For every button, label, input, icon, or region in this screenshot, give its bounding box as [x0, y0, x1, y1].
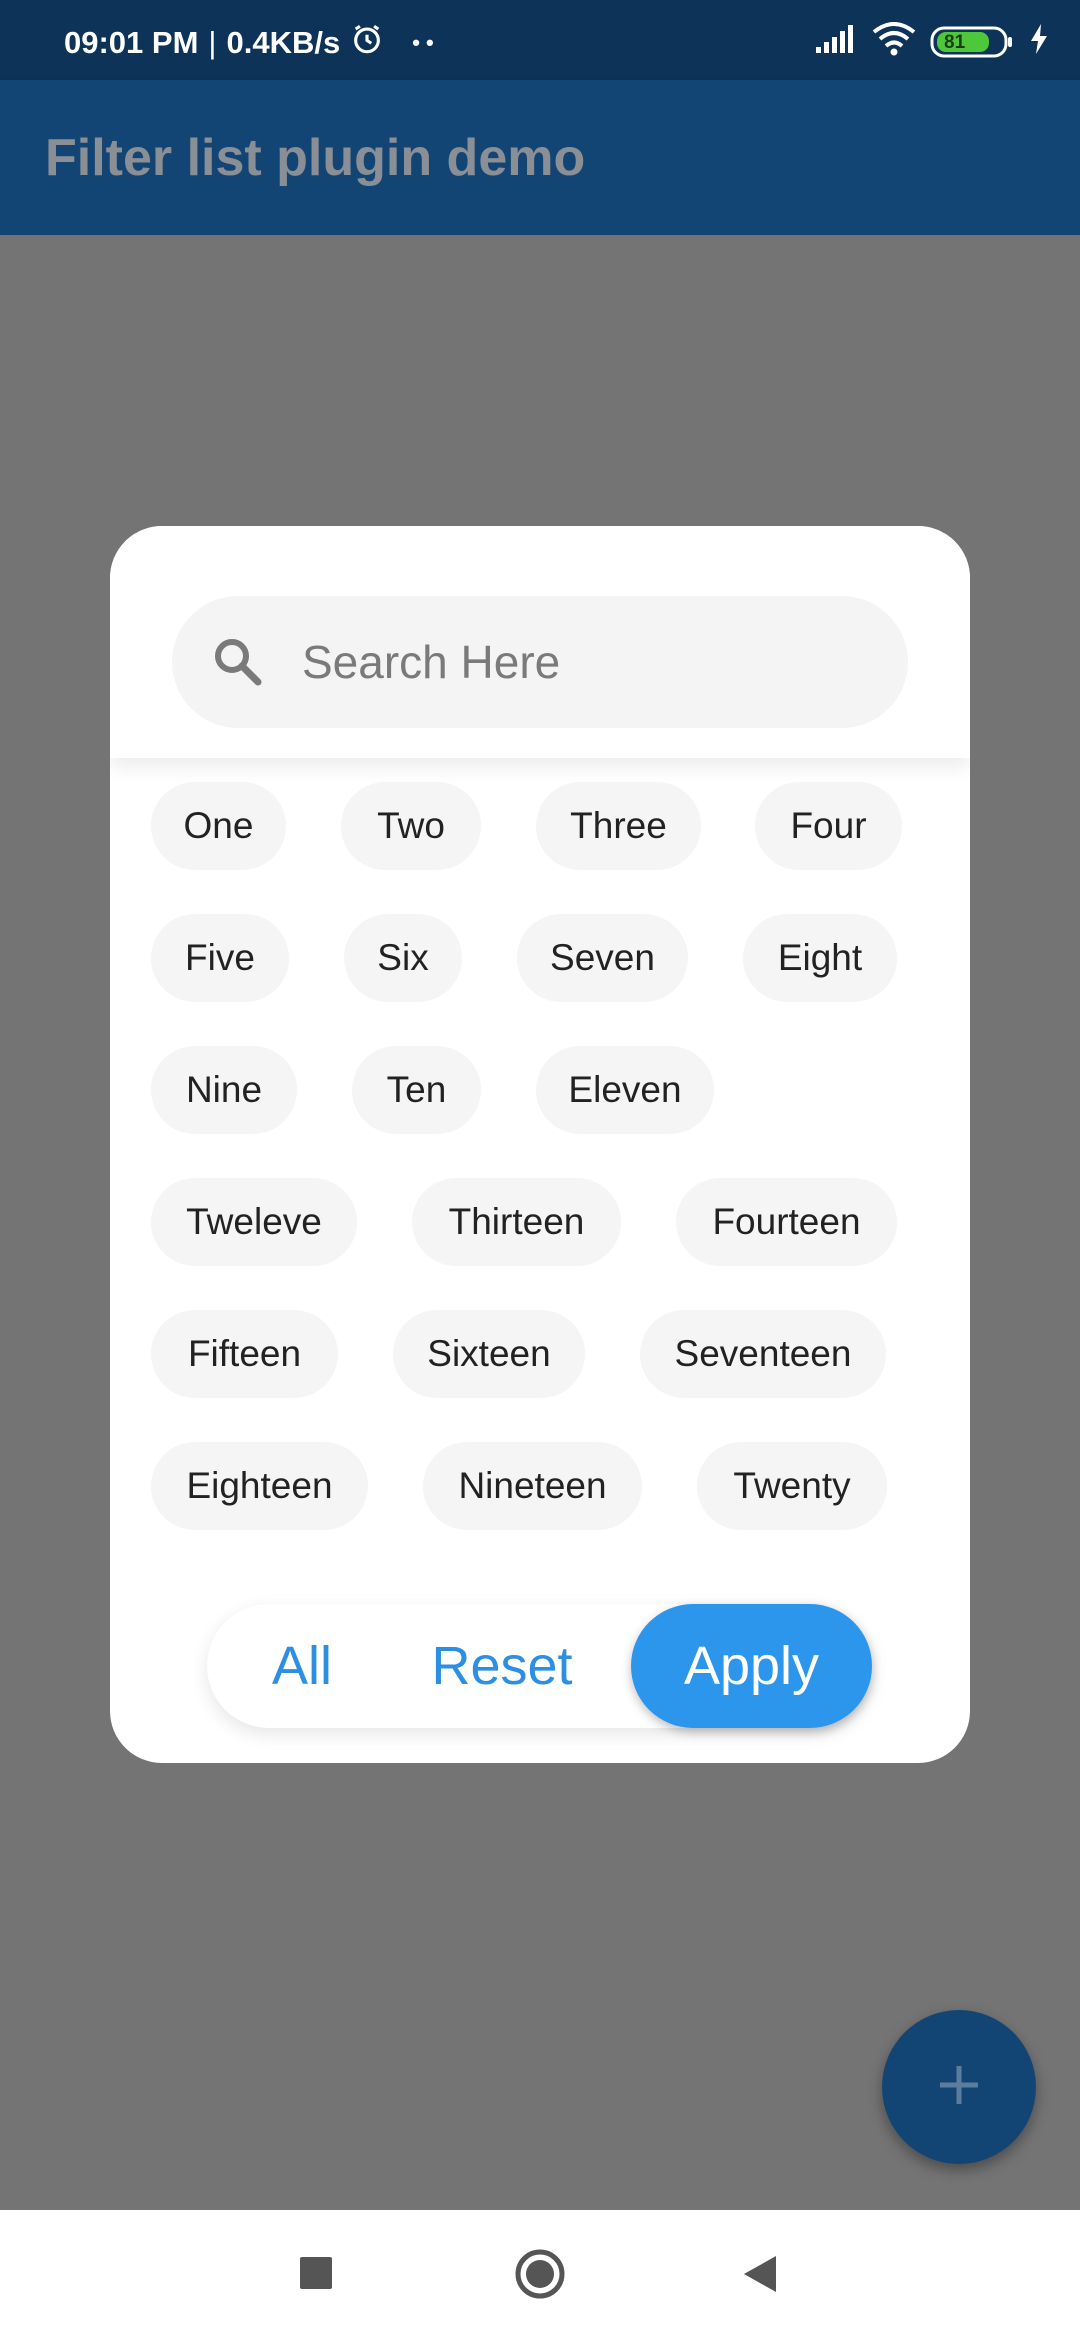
- action-bar: All Reset Apply: [207, 1604, 872, 1728]
- chip-ten[interactable]: Ten: [352, 1046, 481, 1134]
- plus-icon: [936, 2062, 982, 2113]
- chip-tweleve[interactable]: Tweleve: [151, 1178, 357, 1266]
- charging-icon: [1028, 22, 1050, 61]
- chip-fourteen[interactable]: Fourteen: [676, 1178, 897, 1266]
- status-separator: |: [208, 25, 217, 60]
- chip-seventeen[interactable]: Seventeen: [640, 1310, 886, 1398]
- chip-eighteen[interactable]: Eighteen: [151, 1442, 368, 1530]
- wifi-icon: [872, 22, 916, 61]
- reset-button[interactable]: Reset: [417, 1604, 587, 1728]
- chip-seven[interactable]: Seven: [517, 914, 688, 1002]
- chip-sixteen[interactable]: Sixteen: [393, 1310, 585, 1398]
- back-icon[interactable]: [742, 2254, 778, 2299]
- chip-five[interactable]: Five: [151, 914, 289, 1002]
- chip-thirteen[interactable]: Thirteen: [412, 1178, 621, 1266]
- chip-eight[interactable]: Eight: [743, 914, 897, 1002]
- chip-twenty[interactable]: Twenty: [697, 1442, 887, 1530]
- status-network-speed: 0.4KB/s: [226, 25, 341, 60]
- chip-nineteen[interactable]: Nineteen: [423, 1442, 642, 1530]
- home-icon[interactable]: [514, 2248, 566, 2305]
- status-right: 81: [814, 22, 1050, 61]
- chip-two[interactable]: Two: [341, 782, 481, 870]
- chip-eleven[interactable]: Eleven: [536, 1046, 714, 1134]
- status-time: 09:01 PM: [64, 25, 199, 60]
- chip-fifteen[interactable]: Fifteen: [151, 1310, 338, 1398]
- battery-level: 81: [944, 31, 966, 53]
- apply-button[interactable]: Apply: [631, 1604, 872, 1728]
- chip-nine[interactable]: Nine: [151, 1046, 297, 1134]
- chip-six[interactable]: Six: [344, 914, 462, 1002]
- search-header: [110, 526, 970, 758]
- status-bar: 09:01 PM | 0.4KB/s • • 81: [0, 0, 1080, 80]
- add-fab[interactable]: [882, 2010, 1036, 2164]
- signal-icon: [814, 23, 858, 60]
- search-input[interactable]: [302, 596, 882, 728]
- system-nav-bar: [0, 2210, 1080, 2340]
- status-left: 09:01 PM | 0.4KB/s • •: [64, 22, 434, 64]
- search-icon: [210, 634, 266, 690]
- select-all-button[interactable]: All: [247, 1604, 357, 1728]
- page-title: Filter list plugin demo: [45, 129, 586, 187]
- notification-dots: • •: [412, 30, 434, 55]
- filter-dialog: One Two Three Four Five Six Seven Eight …: [110, 526, 970, 1763]
- recents-icon[interactable]: [299, 2256, 333, 2295]
- battery-icon: 81: [930, 25, 1014, 59]
- app-bar: Filter list plugin demo: [0, 80, 1080, 235]
- chip-one[interactable]: One: [151, 782, 286, 870]
- alarm-icon: [350, 22, 384, 64]
- search-box[interactable]: [172, 596, 908, 728]
- chip-three[interactable]: Three: [536, 782, 701, 870]
- chip-four[interactable]: Four: [755, 782, 902, 870]
